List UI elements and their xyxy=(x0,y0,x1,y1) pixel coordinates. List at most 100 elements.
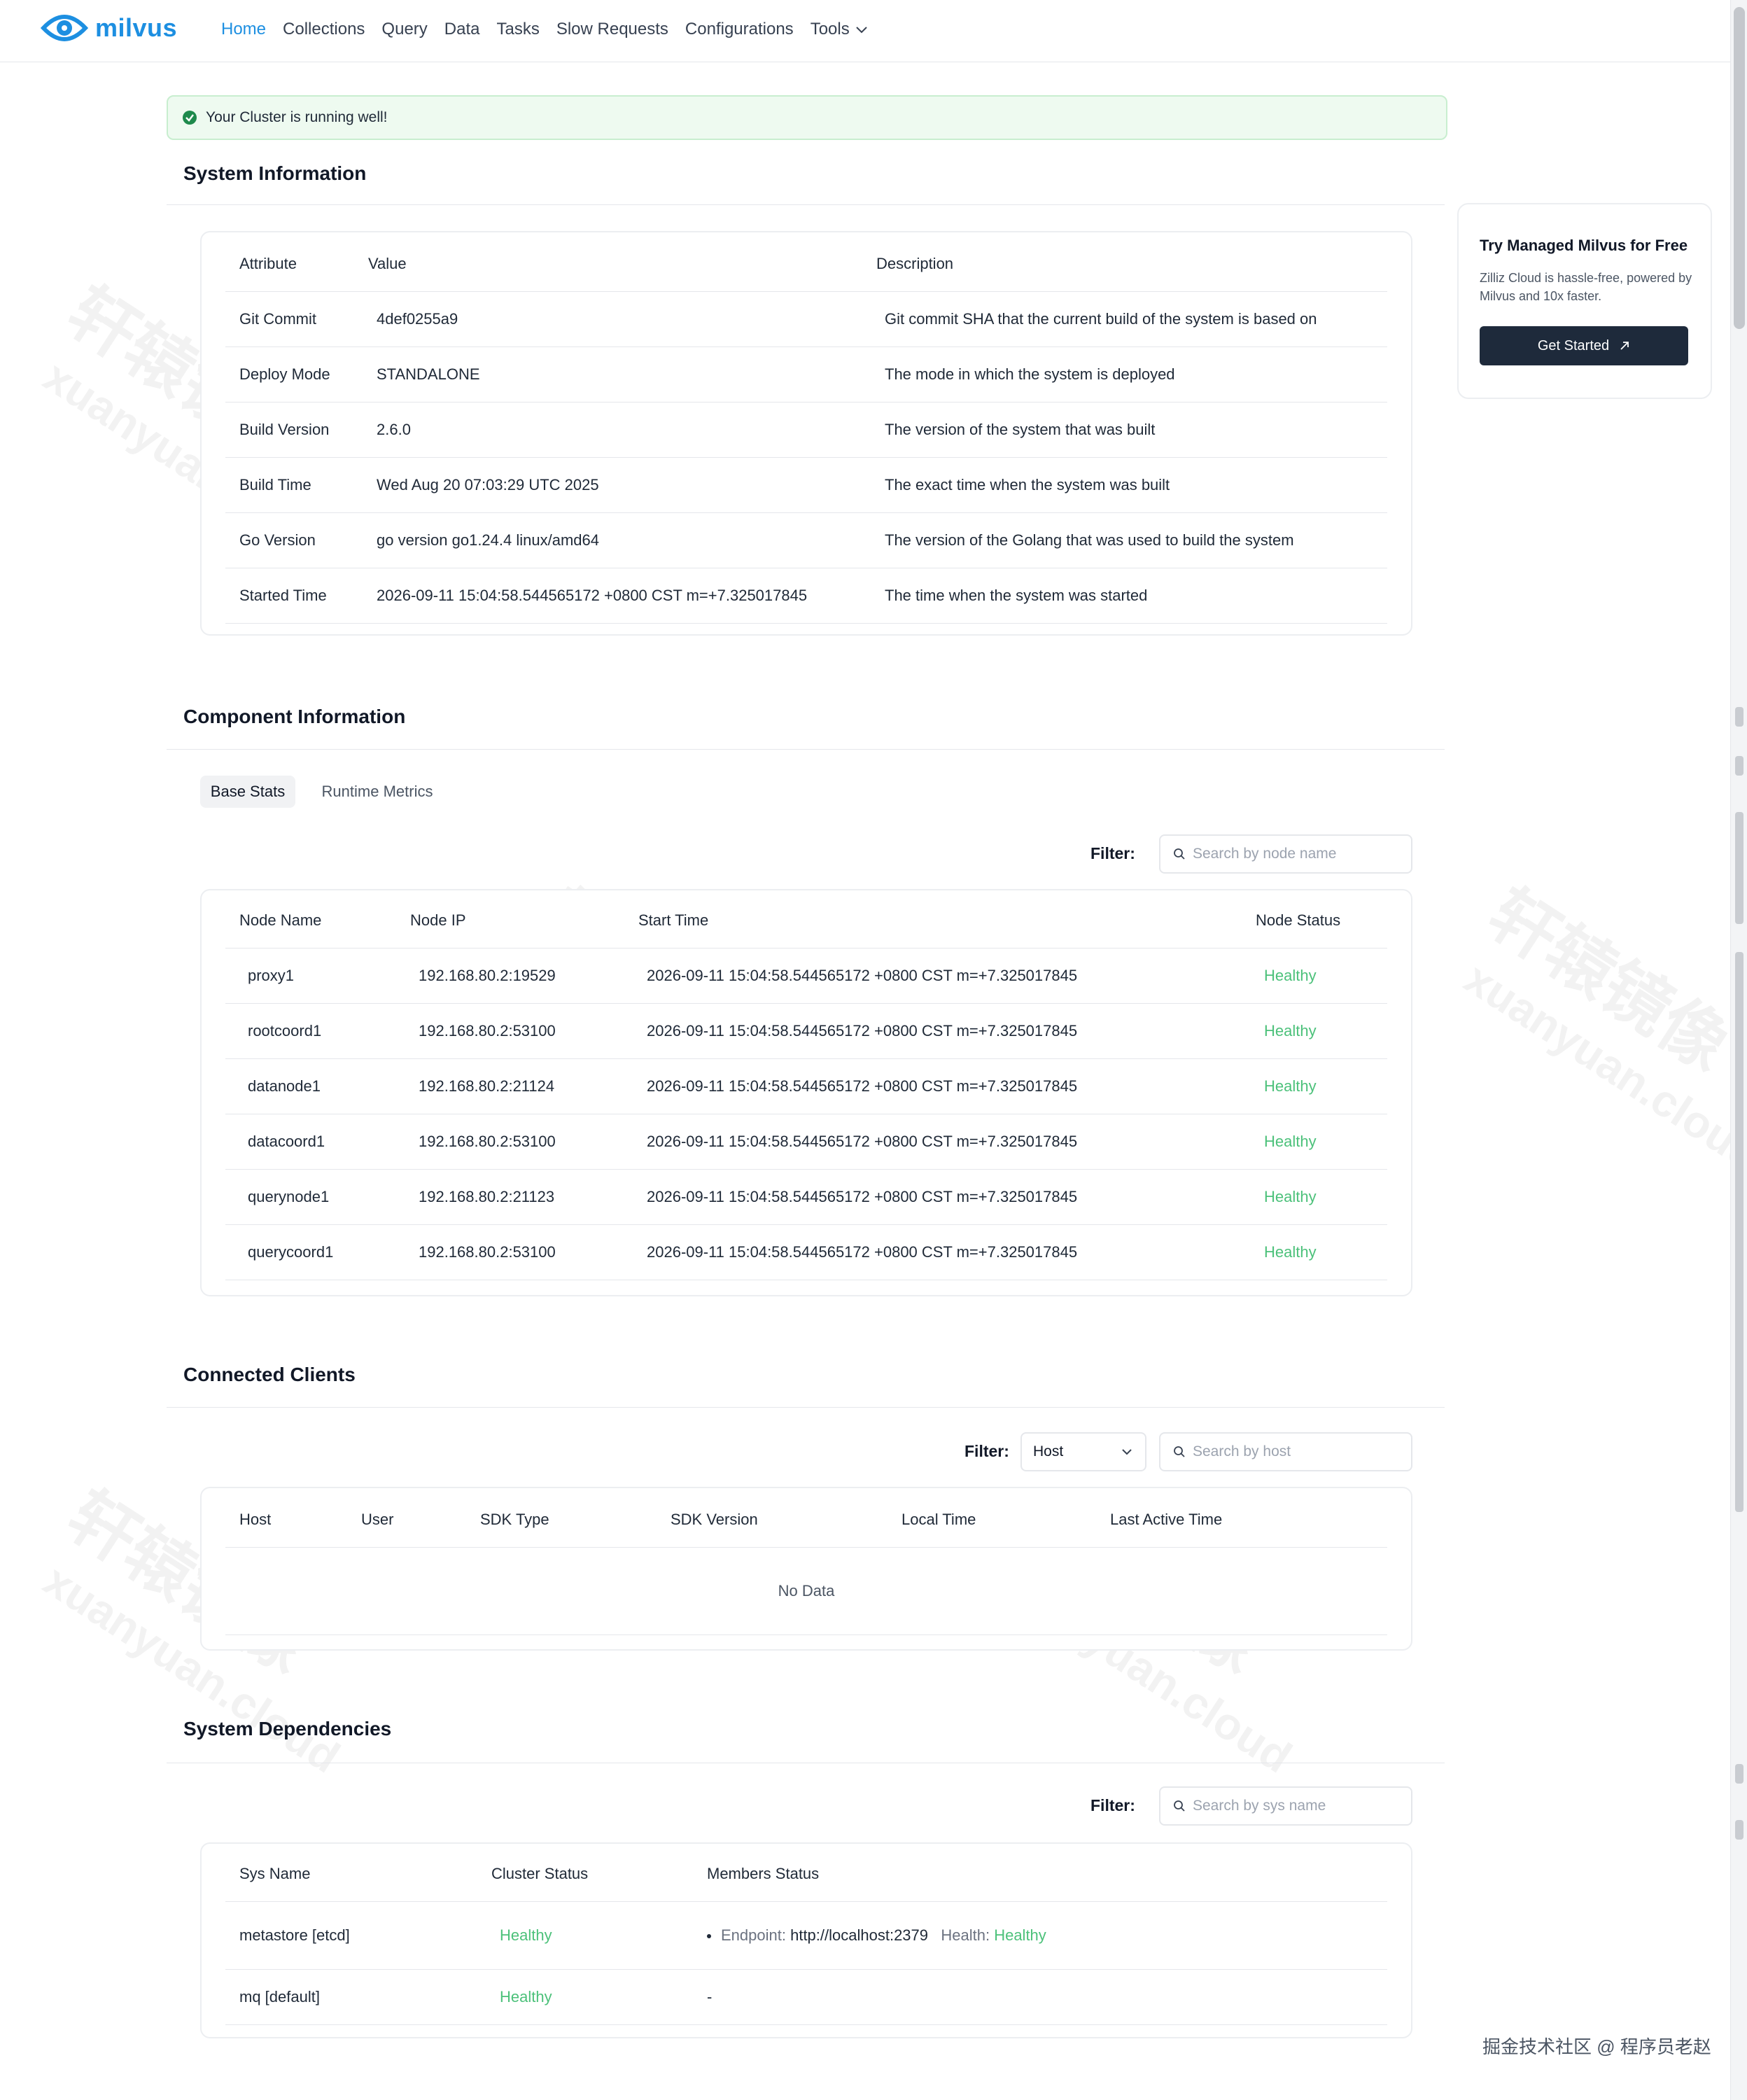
members-status-cell: Endpoint: http://localhost:2379 Health: … xyxy=(693,1901,1387,1970)
column-header: Start Time xyxy=(624,893,1242,948)
tab-base-stats[interactable]: Base Stats xyxy=(200,776,295,808)
start-time-cell: 2026-09-11 15:04:58.544565172 +0800 CST … xyxy=(624,948,1242,1004)
search-icon xyxy=(1174,848,1185,860)
attribute-cell: Build Time xyxy=(225,457,354,513)
chevron-down-icon xyxy=(1122,1449,1132,1455)
nav-tasks[interactable]: Tasks xyxy=(496,20,539,39)
scrollbar-marker xyxy=(1735,812,1744,924)
get-started-button[interactable]: Get Started xyxy=(1480,326,1688,365)
column-header: User xyxy=(347,1492,466,1548)
chevron-down-icon xyxy=(856,26,867,34)
value-cell: go version go1.24.4 linux/amd64 xyxy=(354,512,862,568)
node-ip-cell: 192.168.80.2:53100 xyxy=(396,1003,624,1059)
scrollbar-thumb[interactable] xyxy=(1734,7,1745,329)
description-cell: The exact time when the system was built xyxy=(862,457,1387,513)
section-divider xyxy=(167,749,1445,750)
host-search-box[interactable] xyxy=(1159,1432,1412,1471)
attribute-cell: Deploy Mode xyxy=(225,346,354,402)
node-ip-cell: 192.168.80.2:21123 xyxy=(396,1169,624,1225)
node-name-cell: proxy1 xyxy=(225,948,396,1004)
filter-label: Filter: xyxy=(1090,844,1135,862)
node-status-cell: Healthy xyxy=(1242,1114,1387,1170)
column-header: Cluster Status xyxy=(477,1847,693,1902)
start-time-cell: 2026-09-11 15:04:58.544565172 +0800 CST … xyxy=(624,1169,1242,1225)
attribute-cell: Build Version xyxy=(225,402,354,458)
host-search-input[interactable] xyxy=(1191,1443,1404,1461)
value-cell: 2.6.0 xyxy=(354,402,862,458)
system-dependencies-title: System Dependencies xyxy=(183,1718,392,1740)
sys-search-input[interactable] xyxy=(1191,1797,1404,1815)
cluster-status-cell: Healthy xyxy=(477,1969,693,2025)
column-header: Node Name xyxy=(225,893,396,948)
watermark-text: 轩辕镜像 xyxy=(1475,875,1742,1085)
table-row: datacoord1 192.168.80.2:53100 2026-09-11… xyxy=(225,1114,1387,1170)
endpoint-label: Endpoint: xyxy=(721,1926,786,1944)
node-status-cell: Healthy xyxy=(1242,1169,1387,1225)
column-header: Local Time xyxy=(887,1492,1096,1548)
column-header: Description xyxy=(862,237,1387,292)
column-header: Members Status xyxy=(693,1847,1387,1902)
nav-slow-requests[interactable]: Slow Requests xyxy=(556,20,668,39)
node-status-cell: Healthy xyxy=(1242,948,1387,1004)
health-value: Healthy xyxy=(994,1926,1046,1944)
node-search-box[interactable] xyxy=(1159,834,1412,874)
node-name-cell: rootcoord1 xyxy=(225,1003,396,1059)
scrollbar-marker xyxy=(1735,952,1744,1512)
table-row: querycoord1 192.168.80.2:53100 2026-09-1… xyxy=(225,1224,1387,1280)
arrow-up-right-icon xyxy=(1620,342,1629,350)
logo[interactable]: milvus xyxy=(41,10,177,46)
attribute-cell: Started Time xyxy=(225,568,354,624)
nav-tools[interactable]: Tools xyxy=(811,20,868,39)
nav-tools-label: Tools xyxy=(810,20,850,38)
page-scrollbar[interactable] xyxy=(1730,0,1747,2100)
tab-runtime-metrics[interactable]: Runtime Metrics xyxy=(312,776,442,808)
nav-query[interactable]: Query xyxy=(381,20,427,39)
no-data-text: No Data xyxy=(225,1547,1387,1635)
column-header: Node Status xyxy=(1242,893,1387,948)
description-cell: The time when the system was started xyxy=(862,568,1387,624)
nav-configurations[interactable]: Configurations xyxy=(685,20,794,39)
column-header: Node IP xyxy=(396,893,624,948)
components-table: Node Name Node IP Start Time Node Status… xyxy=(225,893,1387,1280)
start-time-cell: 2026-09-11 15:04:58.544565172 +0800 CST … xyxy=(624,1114,1242,1170)
table-row: mq [default] Healthy - xyxy=(225,1969,1387,2025)
top-navigation-bar: milvus Home Collections Query Data Tasks… xyxy=(0,0,1730,62)
scrollbar-marker xyxy=(1735,756,1744,776)
filter-label: Filter: xyxy=(1090,1796,1135,1814)
members-status-cell: - xyxy=(693,1969,1387,2025)
clients-table: Host User SDK Type SDK Version Local Tim… xyxy=(225,1492,1387,1635)
nav-data[interactable]: Data xyxy=(444,20,480,39)
node-ip-cell: 192.168.80.2:19529 xyxy=(396,948,624,1004)
table-header-row: Sys Name Cluster Status Members Status xyxy=(225,1847,1387,1902)
table-row: rootcoord1 192.168.80.2:53100 2026-09-11… xyxy=(225,1003,1387,1059)
table-header-row: Host User SDK Type SDK Version Local Tim… xyxy=(225,1492,1387,1548)
logo-text: milvus xyxy=(95,13,178,42)
description-cell: The version of the Golang that was used … xyxy=(862,512,1387,568)
table-row: metastore [etcd] Healthy Endpoint: http:… xyxy=(225,1901,1387,1970)
search-icon xyxy=(1174,1446,1185,1457)
cluster-status-alert: Your Cluster is running well! xyxy=(167,95,1447,140)
value-cell: 2026-09-11 15:04:58.544565172 +0800 CST … xyxy=(354,568,862,624)
node-name-cell: querynode1 xyxy=(225,1169,396,1225)
sys-search-box[interactable] xyxy=(1159,1786,1412,1826)
client-filter-select[interactable]: Host xyxy=(1020,1432,1146,1471)
scrollbar-marker xyxy=(1735,1820,1744,1840)
column-header: Attribute xyxy=(225,237,354,292)
managed-milvus-promo-card: Try Managed Milvus for Free Zilliz Cloud… xyxy=(1457,203,1712,399)
table-row: Go Version go version go1.24.4 linux/amd… xyxy=(225,512,1387,568)
system-information-title: System Information xyxy=(183,162,367,184)
main-nav: Home Collections Query Data Tasks Slow R… xyxy=(221,20,885,39)
nav-collections[interactable]: Collections xyxy=(283,20,365,39)
system-info-table: Attribute Value Description Git Commit 4… xyxy=(225,237,1387,624)
node-status-cell: Healthy xyxy=(1242,1224,1387,1280)
start-time-cell: 2026-09-11 15:04:58.544565172 +0800 CST … xyxy=(624,1058,1242,1114)
watermark-text: xuanyuan.cloud xyxy=(1456,952,1747,1181)
attribute-cell: Git Commit xyxy=(225,291,354,347)
node-search-input[interactable] xyxy=(1191,845,1404,863)
column-header: SDK Version xyxy=(657,1492,887,1548)
promo-description: Zilliz Cloud is hassle-free, powered by … xyxy=(1480,271,1692,303)
nav-home[interactable]: Home xyxy=(221,20,266,39)
footer-watermark: 掘金技术社区 @ 程序员老赵 xyxy=(1482,2036,1711,2057)
alert-text: Your Cluster is running well! xyxy=(206,109,388,125)
endpoint-value: http://localhost:2379 xyxy=(790,1926,929,1944)
